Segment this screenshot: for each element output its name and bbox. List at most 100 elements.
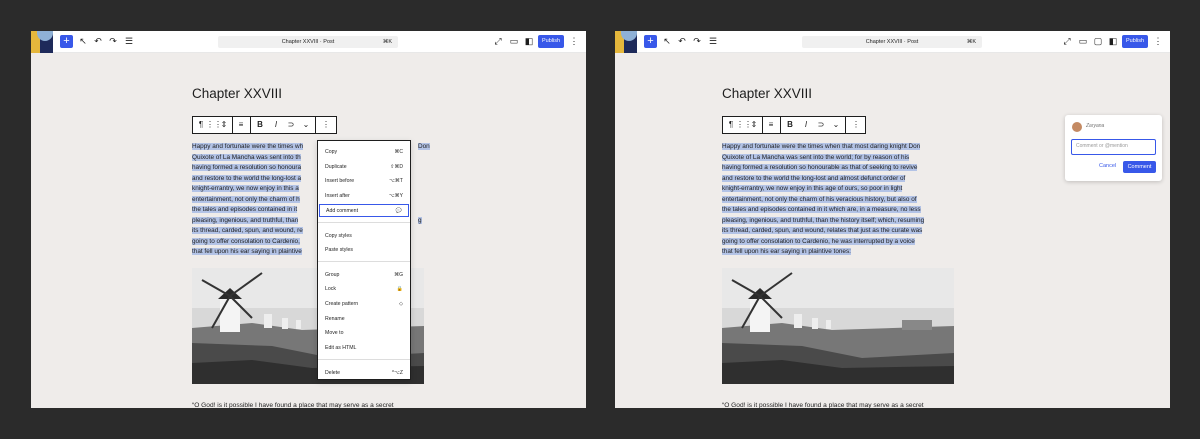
align-icon[interactable]: ≡ bbox=[235, 117, 247, 133]
menu-item-lock[interactable]: Lock 🔒 bbox=[319, 283, 409, 296]
block-options-icon[interactable]: ⋮ bbox=[850, 117, 862, 133]
menu-item-shortcut: ◇ bbox=[399, 301, 403, 307]
publish-button[interactable]: Publish bbox=[1122, 35, 1148, 48]
paragraph-line: “O God! is it possible I have found a pl… bbox=[192, 401, 424, 408]
block-options-icon[interactable]: ⋮ bbox=[320, 117, 332, 133]
paragraph-line-text: Happy and fortunate were the times when … bbox=[722, 143, 921, 150]
italic-icon[interactable]: I bbox=[270, 117, 282, 133]
link-icon[interactable]: ⊃ bbox=[285, 117, 297, 133]
editor-canvas: Chapter XXVIII ¶ ⋮⋮ ⇕ ≡ B I ⊃ ⌄ ⋮ Happy … bbox=[615, 53, 1170, 408]
options-menu-icon[interactable]: ⋮ bbox=[1152, 35, 1164, 48]
menu-item-shortcut: ^⌥Z bbox=[391, 370, 403, 376]
windmills-photo bbox=[722, 268, 954, 384]
more-format-chevron-icon[interactable]: ⌄ bbox=[300, 117, 312, 133]
menu-item-edit-as-html[interactable]: Edit as HTML bbox=[319, 342, 409, 355]
menu-item-paste-styles[interactable]: Paste styles bbox=[319, 244, 409, 257]
menu-item-label: Copy bbox=[325, 149, 338, 155]
settings-sidebar-icon[interactable]: ◧ bbox=[1107, 35, 1119, 48]
site-logo-icon[interactable] bbox=[615, 31, 637, 53]
quote-paragraph[interactable]: “O God! is it possible I have found a pl… bbox=[192, 401, 424, 408]
move-updown-icon[interactable]: ⇕ bbox=[218, 117, 230, 133]
paragraph-line-text: its thread, carded, spun, and wound, re bbox=[192, 227, 303, 234]
paragraph-overflow-line: g bbox=[418, 216, 422, 224]
paragraph-line-text: that fell upon his ear saying in plainti… bbox=[722, 248, 851, 255]
comment-submit-button[interactable]: Comment bbox=[1123, 161, 1156, 173]
windmills-image[interactable] bbox=[722, 268, 954, 384]
paragraph-line-text: entertainment, not only the charm of his… bbox=[722, 195, 917, 203]
paragraph-line-text: and restore to the world the long-lost a bbox=[192, 174, 302, 182]
document-overview-icon[interactable]: ☰ bbox=[123, 35, 135, 48]
undo-icon[interactable]: ↶ bbox=[92, 35, 104, 48]
site-logo-icon[interactable] bbox=[31, 31, 53, 53]
menu-item-rename[interactable]: Rename bbox=[319, 313, 409, 326]
command-shortcut: ⌘K bbox=[966, 39, 976, 45]
paragraph-line-text: Quixote of La Mancha was sent into th bbox=[192, 153, 301, 161]
editor-topbar: + ↖ ↶ ↷ ☰ Chapter XXVIII · Post ⌘K ⤢ ▭ ▢… bbox=[615, 31, 1170, 53]
menu-item-shortcut: ⌥⌘T bbox=[389, 178, 403, 184]
paragraph-line-text: Quixote of La Mancha was sent into the w… bbox=[722, 153, 910, 161]
align-icon[interactable]: ≡ bbox=[765, 117, 777, 133]
redo-icon[interactable]: ↷ bbox=[691, 35, 703, 48]
menu-item-label: Group bbox=[325, 272, 340, 278]
editor-window-left: + ↖ ↶ ↷ ☰ Chapter XXVIII · Post ⌘K ⤢ ▭ ◧… bbox=[31, 31, 586, 408]
paragraph-overflow-line bbox=[418, 163, 430, 174]
quote-paragraph[interactable]: “O God! is it possible I have found a pl… bbox=[722, 401, 954, 408]
drag-handle-icon[interactable]: ⋮⋮ bbox=[206, 117, 222, 133]
select-tool-icon[interactable]: ↖ bbox=[661, 35, 673, 48]
paragraph-line: its thread, carded, spun, and wound, rel… bbox=[722, 226, 954, 237]
chapter-heading[interactable]: Chapter XXVIII bbox=[722, 86, 812, 101]
cancel-button[interactable]: Cancel bbox=[1099, 163, 1116, 169]
bold-icon[interactable]: B bbox=[784, 117, 796, 133]
comments-icon[interactable]: ▢ bbox=[1092, 35, 1104, 48]
block-toolbar: ¶ ⋮⋮ ⇕ ≡ B I ⊃ ⌄ ⋮ bbox=[722, 116, 866, 134]
block-toolbar: ¶ ⋮⋮ ⇕ ≡ B I ⊃ ⌄ ⋮ bbox=[192, 116, 337, 134]
editor-window-right: + ↖ ↶ ↷ ☰ Chapter XXVIII · Post ⌘K ⤢ ▭ ▢… bbox=[615, 31, 1170, 408]
menu-divider bbox=[318, 359, 410, 360]
command-palette-bar[interactable]: Chapter XXVIII · Post ⌘K bbox=[802, 36, 982, 48]
more-format-chevron-icon[interactable]: ⌄ bbox=[830, 117, 842, 133]
menu-item-shortcut: ⌥⌘Y bbox=[388, 193, 403, 199]
paragraph-line: Happy and fortunate were the times when … bbox=[722, 142, 954, 153]
chapter-heading[interactable]: Chapter XXVIII bbox=[192, 86, 282, 101]
paragraph-block[interactable]: Happy and fortunate were the times when … bbox=[722, 142, 954, 258]
document-overview-icon[interactable]: ☰ bbox=[707, 35, 719, 48]
menu-item-copy[interactable]: Copy ⌘C bbox=[319, 146, 409, 159]
drag-handle-icon[interactable]: ⋮⋮ bbox=[736, 117, 752, 133]
block-inserter-button[interactable]: + bbox=[60, 35, 73, 48]
menu-item-move-to[interactable]: Move to bbox=[319, 327, 409, 340]
device-preview-icon[interactable]: ▭ bbox=[508, 35, 520, 48]
preview-external-icon[interactable]: ⤢ bbox=[492, 35, 504, 48]
paragraph-overflow-line bbox=[418, 174, 430, 185]
bold-icon[interactable]: B bbox=[254, 117, 266, 133]
paragraph-line-text: “O God! is it possible I have found a pl… bbox=[192, 402, 394, 408]
select-tool-icon[interactable]: ↖ bbox=[77, 35, 89, 48]
device-preview-icon[interactable]: ▭ bbox=[1077, 35, 1089, 48]
post-title: Chapter XXVIII · Post bbox=[281, 39, 335, 45]
menu-item-copy-styles[interactable]: Copy styles bbox=[319, 230, 409, 243]
menu-item-shortcut: ⌘C bbox=[394, 149, 403, 155]
redo-icon[interactable]: ↷ bbox=[107, 35, 119, 48]
menu-item-label: Create pattern bbox=[325, 301, 359, 307]
menu-item-insert-after[interactable]: Insert after ⌥⌘Y bbox=[319, 190, 409, 203]
preview-external-icon[interactable]: ⤢ bbox=[1061, 35, 1073, 48]
menu-item-label: Delete bbox=[325, 370, 340, 376]
settings-sidebar-icon[interactable]: ◧ bbox=[523, 35, 535, 48]
paragraph-line: pleasing, ingenious, and truthful, than … bbox=[722, 216, 954, 227]
link-icon[interactable]: ⊃ bbox=[815, 117, 827, 133]
menu-item-group[interactable]: Group ⌘G bbox=[319, 269, 409, 282]
options-menu-icon[interactable]: ⋮ bbox=[568, 35, 580, 48]
block-inserter-button[interactable]: + bbox=[644, 35, 657, 48]
menu-item-add-comment[interactable]: Add comment 💬 bbox=[319, 204, 409, 217]
undo-icon[interactable]: ↶ bbox=[676, 35, 688, 48]
command-palette-bar[interactable]: Chapter XXVIII · Post ⌘K bbox=[218, 36, 398, 48]
italic-icon[interactable]: I bbox=[800, 117, 812, 133]
menu-item-label: Duplicate bbox=[325, 164, 347, 170]
menu-item-delete[interactable]: Delete ^⌥Z bbox=[319, 367, 409, 380]
move-updown-icon[interactable]: ⇕ bbox=[748, 117, 760, 133]
comment-input[interactable]: Comment or @mention bbox=[1071, 139, 1156, 155]
menu-item-create-pattern[interactable]: Create pattern ◇ bbox=[319, 298, 409, 311]
publish-button[interactable]: Publish bbox=[538, 35, 564, 48]
menu-item-duplicate[interactable]: Duplicate ⇧⌘D bbox=[319, 161, 409, 174]
menu-item-insert-before[interactable]: Insert before ⌥⌘T bbox=[319, 175, 409, 188]
paragraph-overflow-line bbox=[418, 247, 430, 258]
